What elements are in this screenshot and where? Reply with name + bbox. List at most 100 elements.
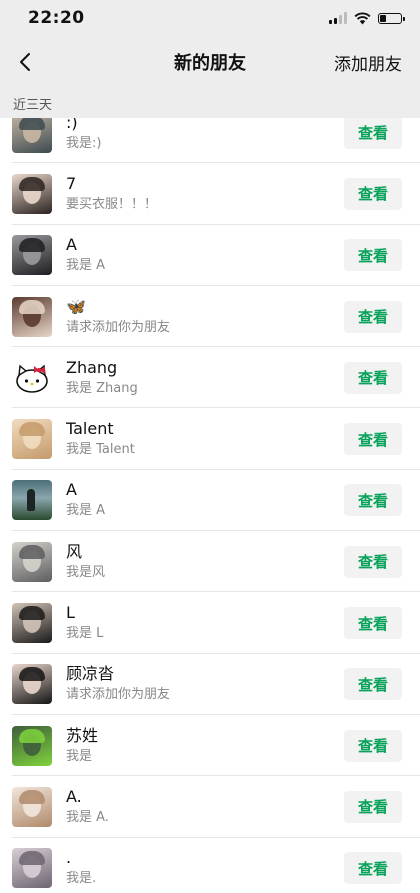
list-item-info: A. 我是 A. xyxy=(66,787,344,827)
view-button[interactable]: 查看 xyxy=(344,423,402,456)
list-item[interactable]: 顾凉沓 请求添加你为朋友 查看 xyxy=(0,653,420,716)
view-button[interactable]: 查看 xyxy=(344,300,402,333)
request-message: 我是风 xyxy=(66,564,106,580)
add-friend-button[interactable]: 添加朋友 xyxy=(334,50,402,75)
view-button[interactable]: 查看 xyxy=(344,729,402,762)
list-item[interactable]: L 我是 L 查看 xyxy=(0,592,420,654)
contact-name: A xyxy=(66,480,77,500)
avatar[interactable] xyxy=(12,786,52,827)
list-item[interactable]: A. 我是 A. 查看 xyxy=(0,776,420,838)
person-silhouette xyxy=(27,489,35,512)
list-item[interactable]: Zhang 我是 Zhang 查看 xyxy=(0,347,420,409)
view-button[interactable]: 查看 xyxy=(344,484,402,517)
nav-bar: 新的朋友 添加朋友 xyxy=(0,36,420,88)
status-icons xyxy=(329,12,405,25)
view-button[interactable]: 查看 xyxy=(344,361,402,394)
list-item[interactable]: Talent 我是 Talent 查看 xyxy=(0,408,420,471)
list-item[interactable]: :) 我是:) 查看 xyxy=(0,118,420,164)
list-item[interactable]: . 我是. 查看 xyxy=(0,837,420,893)
avatar[interactable] xyxy=(12,603,52,644)
friend-request-list[interactable]: :) 我是:) 查看 7 要买衣服！！！ 查看 A 我是 A 查看 🦋 请求添加你为朋友 查看 Zhan… xyxy=(0,118,420,893)
list-item[interactable]: 7 要买衣服！！！ 查看 xyxy=(0,163,420,225)
contact-name: 顾凉沓 xyxy=(66,664,115,684)
request-message: 我是 A xyxy=(66,258,106,274)
hair-shape xyxy=(19,789,45,804)
request-message: 我是 Zhang xyxy=(66,380,138,396)
contact-name: 7 xyxy=(66,173,77,193)
cellular-signal-icon xyxy=(329,12,347,24)
avatar[interactable] xyxy=(12,480,52,521)
hello-kitty-icon xyxy=(16,364,48,393)
contact-name: :) xyxy=(66,118,78,132)
avatar[interactable] xyxy=(12,357,52,398)
contact-name: A. xyxy=(66,786,82,806)
view-button[interactable]: 查看 xyxy=(344,545,402,578)
avatar[interactable] xyxy=(12,664,52,705)
list-item-info: . 我是. xyxy=(66,848,344,888)
avatar[interactable] xyxy=(12,296,52,337)
list-item-info: A 我是 A xyxy=(66,235,344,275)
request-message: 我是 Talent xyxy=(66,442,135,458)
back-button[interactable] xyxy=(8,44,42,80)
hair-shape xyxy=(19,851,45,866)
request-message: 请求添加你为朋友 xyxy=(66,319,171,335)
battery-icon xyxy=(378,12,405,24)
hair-shape xyxy=(19,238,45,253)
contact-name: Zhang xyxy=(66,357,118,377)
hair-shape xyxy=(19,606,45,621)
request-message: 要买衣服！！！ xyxy=(66,196,158,212)
view-button[interactable]: 查看 xyxy=(344,239,402,272)
list-item-info: :) 我是:) xyxy=(66,118,344,153)
request-message: 我是 L xyxy=(66,626,104,642)
contact-name: 苏姓 xyxy=(66,725,99,745)
request-message: 请求添加你为朋友 xyxy=(66,687,171,703)
hair-shape xyxy=(19,728,45,743)
contact-name: L xyxy=(66,603,75,623)
list-item[interactable]: 风我是风 查看 xyxy=(0,531,420,593)
status-bar: 22:20 xyxy=(0,0,420,36)
view-button[interactable]: 查看 xyxy=(344,852,402,885)
contact-name: A xyxy=(66,235,77,255)
view-button[interactable]: 查看 xyxy=(344,790,402,823)
list-item-info: L 我是 L xyxy=(66,603,344,643)
list-item[interactable]: 苏姓 我是 查看 xyxy=(0,714,420,777)
request-message: 我是 A. xyxy=(66,809,109,825)
list-item-info: 🦋 请求添加你为朋友 xyxy=(66,297,344,337)
avatar[interactable] xyxy=(12,419,52,460)
avatar[interactable] xyxy=(12,118,52,153)
status-time: 22:20 xyxy=(28,8,85,28)
request-message: 我是 A xyxy=(66,503,106,519)
request-message: 我是:) xyxy=(66,135,102,151)
hair-shape xyxy=(19,176,45,191)
avatar[interactable] xyxy=(12,173,52,214)
avatar[interactable] xyxy=(12,725,52,766)
wifi-icon xyxy=(354,12,371,24)
list-item-info: A 我是 A xyxy=(66,480,344,520)
hair-shape xyxy=(19,422,45,437)
list-item-info: 苏姓 我是 xyxy=(66,726,344,766)
hair-shape xyxy=(19,544,45,559)
list-item[interactable]: A 我是 A 查看 xyxy=(0,469,420,532)
list-item[interactable]: A 我是 A 查看 xyxy=(0,224,420,287)
hair-shape xyxy=(19,118,45,130)
contact-name: 风 xyxy=(66,541,83,561)
view-button[interactable]: 查看 xyxy=(344,118,402,149)
avatar[interactable] xyxy=(12,848,52,889)
list-item-info: 顾凉沓请求添加你为朋友 xyxy=(66,664,344,704)
contact-name: 🦋 xyxy=(66,296,86,316)
section-header: 近三天 xyxy=(0,88,420,118)
view-button[interactable]: 查看 xyxy=(344,177,402,210)
list-item-info: Zhang 我是 Zhang xyxy=(66,358,344,398)
avatar[interactable] xyxy=(12,541,52,582)
list-item[interactable]: 🦋 请求添加你为朋友 查看 xyxy=(0,285,420,348)
list-item-info: 风我是风 xyxy=(66,542,344,582)
view-button[interactable]: 查看 xyxy=(344,607,402,640)
contact-name: . xyxy=(66,848,72,868)
chevron-left-icon xyxy=(20,53,30,71)
hair-shape xyxy=(19,299,45,314)
page-title: 新的朋友 xyxy=(174,53,246,74)
contact-name: Talent xyxy=(66,419,114,439)
view-button[interactable]: 查看 xyxy=(344,668,402,701)
list-item-info: Talent 我是 Talent xyxy=(66,419,344,459)
avatar[interactable] xyxy=(12,235,52,276)
